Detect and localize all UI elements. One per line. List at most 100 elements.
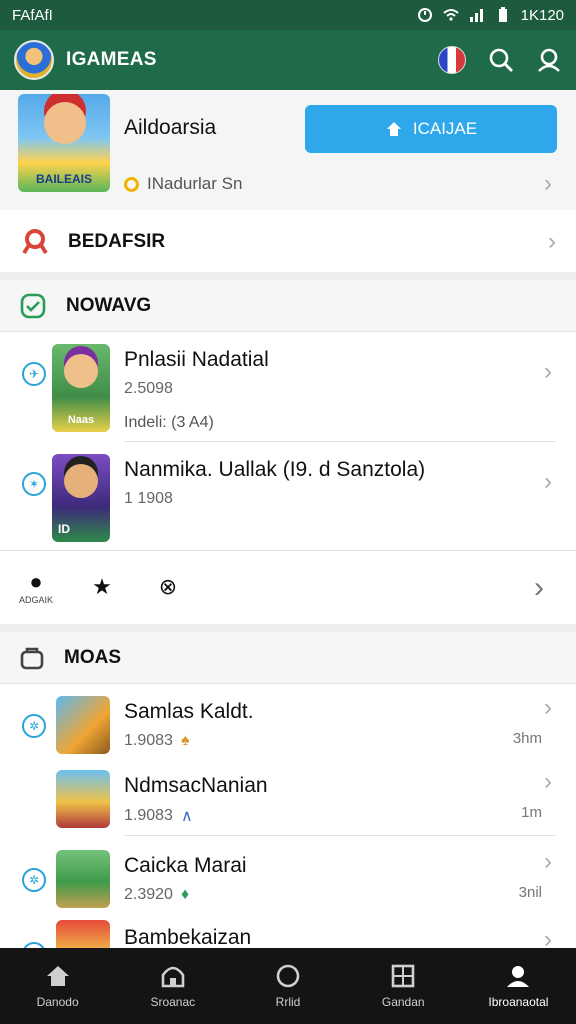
search-icon[interactable] [488, 47, 514, 73]
chevron-right-icon[interactable]: › [534, 571, 544, 605]
game-row[interactable]: ✈ Naas Pnlasii Nadatial 2.5098 Indeli: (… [0, 332, 576, 442]
chevron-right-icon[interactable]: › [544, 926, 552, 948]
chevron-right-icon[interactable]: › [548, 228, 556, 256]
bedarsir-row[interactable]: BEDAFSIR › [0, 212, 576, 272]
install-button-label: ICAIJAE [412, 119, 478, 138]
game-name: Pnlasii Nadatial [124, 348, 269, 371]
check-badge-icon [20, 293, 46, 318]
nav-label: Sroanac [150, 995, 196, 1009]
game-size: 3nil [518, 884, 542, 901]
game-name: Samlas Kaldt. [124, 700, 254, 723]
section-title-moas: MOAS [64, 646, 121, 668]
chevron-right-icon[interactable]: › [544, 768, 552, 796]
home-icon [46, 966, 69, 986]
home-icon [386, 122, 401, 136]
game-rating: 1.9083 [124, 807, 173, 824]
featured-art-title: BAILEAIS [35, 172, 92, 186]
featured-card[interactable]: BAILEAIS Aildoarsia ICAIJAE INadurlar Sn… [0, 90, 576, 210]
star-icon: ★ [92, 574, 112, 599]
game-size: 3hm [512, 730, 542, 747]
bottom-navigation: Danodo Sroanac Rrlid Gandan Ibroanaotal [0, 948, 576, 1024]
nav-label: Danodo [36, 995, 79, 1009]
nav-item-profile[interactable]: Ibroanaotal [461, 948, 576, 1024]
circle-icon [276, 964, 300, 988]
thumb-label: ID [58, 522, 70, 536]
bomb-icon: ● [29, 569, 43, 594]
wifi-icon [442, 9, 459, 21]
account-search-icon[interactable] [536, 47, 562, 73]
plane-icon: ⊗ [158, 574, 178, 599]
character-face-icon [44, 102, 86, 144]
chevron-right-icon[interactable]: › [544, 694, 552, 722]
game-thumbnail: ID [52, 454, 110, 542]
game-meta: 2.3920 ♦ [124, 886, 189, 904]
nav-item-grid[interactable]: Gandan [346, 948, 461, 1024]
section-divider [0, 272, 576, 280]
game-row[interactable]: ✶ ID Nanmika. Uallak (I9. d Sanztola) 1 … [0, 442, 576, 552]
link-icon [22, 229, 48, 255]
install-button[interactable]: ICAIJAE [305, 105, 557, 153]
chevron-right-icon[interactable]: › [544, 170, 552, 198]
row-divider [0, 550, 576, 551]
section-header-nowavg: NOWAVG [0, 280, 576, 332]
status-icons: 1K120 [417, 7, 564, 24]
alarm-icon [417, 8, 432, 22]
store-icon [161, 966, 185, 988]
chevron-right-icon[interactable]: › [544, 358, 552, 386]
mini-game-row[interactable]: ✲ Samlas Kaldt. 1.9083 ♠ › 3hm [0, 686, 576, 760]
game-meta: 1.9083 ♠ [124, 732, 189, 750]
battery-icon [498, 7, 507, 22]
action-star[interactable]: ★ [80, 576, 124, 600]
game-thumbnail [56, 770, 110, 828]
action-plane[interactable]: ⊗ [146, 576, 190, 600]
flame-icon: ♠ [180, 732, 190, 749]
game-rating: 1.9083 [124, 732, 173, 749]
profile-icon [507, 966, 530, 987]
game-name: Caicka Marai [124, 854, 247, 877]
game-name: Bambekaizan [124, 926, 252, 948]
mini-game-row[interactable]: NdmsacNanian 1.9083 ∧ › 1m [0, 760, 576, 834]
app-bar: IGAMEAS [0, 30, 576, 90]
game-size: 1m [521, 804, 542, 821]
language-flag-icon[interactable] [438, 46, 466, 74]
carrier-label: FAfAfI [12, 6, 53, 24]
game-thumbnail [56, 696, 110, 754]
game-meta: 2.5098 [124, 380, 173, 397]
bag-icon [20, 647, 44, 669]
action-bomb[interactable]: ● ADGAIK [14, 569, 58, 606]
game-thumbnail [56, 850, 110, 908]
coin-icon [124, 176, 139, 192]
nav-item-circle[interactable]: Rrlid [230, 948, 345, 1024]
section-header-moas: MOAS [0, 632, 576, 684]
action-label: ADGAIK [18, 595, 53, 605]
nav-label: Rrlid [275, 995, 301, 1009]
row-divider [124, 835, 556, 836]
game-name: Nanmika. Uallak (I9. d Sanztola) [124, 458, 426, 481]
bedarsir-label: BEDAFSIR [68, 231, 166, 252]
signal-icon [469, 9, 483, 22]
featured-title: Aildoarsia [124, 116, 217, 139]
chevron-right-icon[interactable]: › [544, 468, 552, 496]
arrow-icon: ∧ [180, 808, 193, 825]
category-badge-icon: ✲ [22, 868, 46, 892]
game-thumbnail [56, 920, 110, 948]
app-bar-actions [438, 46, 562, 74]
clock-time: 1K120 [520, 6, 564, 24]
section-divider [0, 624, 576, 632]
grid-icon [391, 964, 415, 988]
category-badge-icon: ✲ [22, 714, 46, 738]
section-title-nowavg: NOWAVG [66, 294, 152, 316]
nav-item-home[interactable]: Danodo [0, 948, 115, 1024]
app-logo[interactable] [14, 40, 54, 80]
mini-game-row[interactable]: ✲ Bambekaizan › [0, 914, 576, 948]
nav-item-store[interactable]: Sroanac [115, 948, 230, 1024]
game-name: NdmsacNanian [124, 774, 268, 797]
chevron-right-icon[interactable]: › [544, 848, 552, 876]
featured-subtitle-text: INadurlar Sn [147, 174, 243, 193]
category-badge-icon: ✈ [22, 362, 46, 386]
status-bar: FAfAfI 1K120 [0, 0, 576, 30]
game-rating: 2.3920 [124, 886, 173, 903]
thumb-label: Naas [67, 414, 95, 426]
mini-game-row[interactable]: ✲ Caicka Marai 2.3920 ♦ › 3nil [0, 840, 576, 914]
app-title: IGAMEAS [66, 49, 157, 70]
